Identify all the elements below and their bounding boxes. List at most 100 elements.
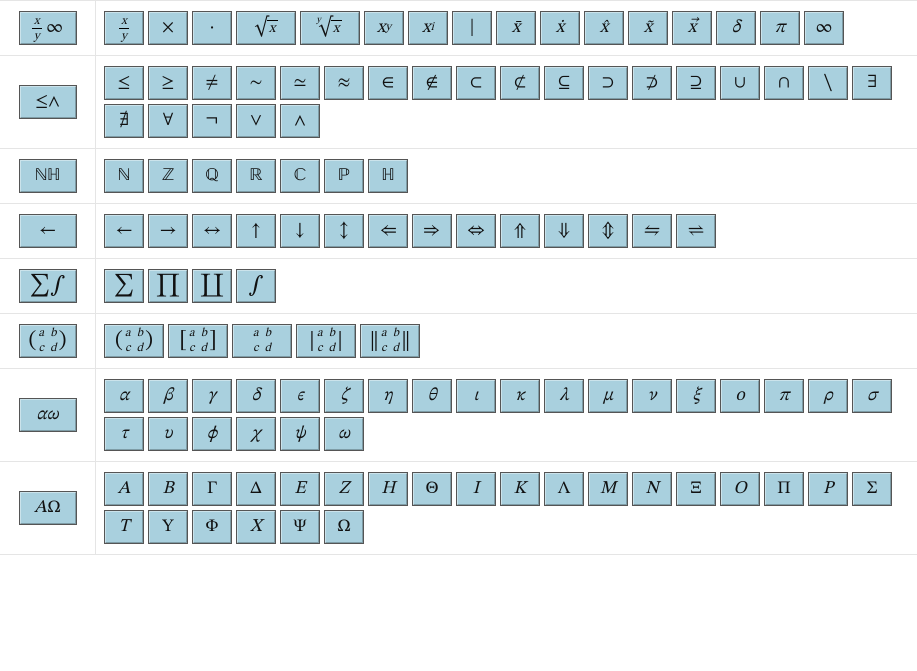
symbol-nthroot[interactable]: y√x [300, 11, 360, 45]
symbol-Kappa[interactable]: K [500, 472, 540, 506]
symbol-rightleftharpoons[interactable]: ⇌ [676, 214, 716, 248]
symbol-Omega[interactable]: Ω [324, 510, 364, 544]
symbol-Nu[interactable]: N [632, 472, 672, 506]
category-relations[interactable]: ≤∧ [19, 85, 77, 119]
symbol-sigma[interactable]: σ [852, 379, 892, 413]
symbol-reals[interactable]: ℝ [236, 159, 276, 193]
symbol-xhat[interactable]: x̂ [584, 11, 624, 45]
symbol-infty[interactable]: ∞ [804, 11, 844, 45]
symbol-delta-lower[interactable]: δ [236, 379, 276, 413]
symbol-Pi[interactable]: Π [764, 472, 804, 506]
symbol-Downarrow[interactable]: ⇓ [544, 214, 584, 248]
symbol-Zeta[interactable]: Z [324, 472, 364, 506]
symbol-notin[interactable]: ∉ [412, 66, 452, 100]
symbol-rho[interactable]: ρ [808, 379, 848, 413]
symbol-geq[interactable]: ≥ [148, 66, 188, 100]
symbol-cap[interactable]: ∩ [764, 66, 804, 100]
symbol-leftrightharpoons[interactable]: ⇋ [632, 214, 672, 248]
symbol-xbar[interactable]: x̄ [496, 11, 536, 45]
symbol-Leftarrow[interactable]: ⇐ [368, 214, 408, 248]
symbol-Lambda[interactable]: Λ [544, 472, 584, 506]
symbol-leftarrow[interactable]: ← [104, 214, 144, 248]
symbol-Eta[interactable]: H [368, 472, 408, 506]
symbol-lor[interactable]: ∨ [236, 104, 276, 138]
symbol-times[interactable]: × [148, 11, 188, 45]
symbol-rationals[interactable]: ℚ [192, 159, 232, 193]
symbol-nsupset[interactable]: ⊅ [632, 66, 672, 100]
symbol-xtilde[interactable]: x̃ [628, 11, 668, 45]
symbol-bmatrix[interactable]: [abcd] [168, 324, 228, 358]
symbol-Phi[interactable]: Φ [192, 510, 232, 544]
symbol-primes[interactable]: ℙ [324, 159, 364, 193]
symbol-kappa[interactable]: κ [500, 379, 540, 413]
symbol-subset[interactable]: ⊂ [456, 66, 496, 100]
symbol-Alpha[interactable]: A [104, 472, 144, 506]
symbol-Mu[interactable]: M [588, 472, 628, 506]
symbol-Psi[interactable]: Ψ [280, 510, 320, 544]
symbol-Iota[interactable]: I [456, 472, 496, 506]
symbol-Delta[interactable]: Δ [236, 472, 276, 506]
symbol-leftrightarrow[interactable]: ↔ [192, 214, 232, 248]
symbol-neg[interactable]: ¬ [192, 104, 232, 138]
symbol-subscript[interactable]: xi [408, 11, 448, 45]
symbol-leq[interactable]: ≤ [104, 66, 144, 100]
symbol-Sigma[interactable]: Σ [852, 472, 892, 506]
symbol-eta[interactable]: η [368, 379, 408, 413]
symbol-neq[interactable]: ≠ [192, 66, 232, 100]
symbol-nexists[interactable]: ∄ [104, 104, 144, 138]
symbol-rightarrow[interactable]: → [148, 214, 188, 248]
symbol-approx[interactable]: ≈ [324, 66, 364, 100]
symbol-Vmatrix[interactable]: ‖abcd‖ [360, 324, 420, 358]
symbol-theta[interactable]: θ [412, 379, 452, 413]
symbol-upsilon[interactable]: υ [148, 417, 188, 451]
symbol-Omicron[interactable]: O [720, 472, 760, 506]
symbol-sum[interactable]: ∑ [104, 269, 144, 303]
category-greek-upper[interactable]: AΩ [19, 491, 77, 525]
symbol-complex[interactable]: ℂ [280, 159, 320, 193]
symbol-chi[interactable]: χ [236, 417, 276, 451]
symbol-mu[interactable]: μ [588, 379, 628, 413]
symbol-Rightarrow[interactable]: ⇒ [412, 214, 452, 248]
symbol-fraction[interactable]: xy [104, 11, 144, 45]
symbol-omega[interactable]: ω [324, 417, 364, 451]
symbol-lambda[interactable]: λ [544, 379, 584, 413]
symbol-naturals[interactable]: ℕ [104, 159, 144, 193]
symbol-Tau[interactable]: T [104, 510, 144, 544]
symbol-Chi[interactable]: X [236, 510, 276, 544]
symbol-xdot[interactable]: ẋ [540, 11, 580, 45]
symbol-Leftrightarrow[interactable]: ⇔ [456, 214, 496, 248]
symbol-downarrow[interactable]: ↓ [280, 214, 320, 248]
symbol-supseteq[interactable]: ⊇ [676, 66, 716, 100]
symbol-sim[interactable]: ∼ [236, 66, 276, 100]
symbol-nsubset[interactable]: ⊄ [500, 66, 540, 100]
symbol-Updownarrow[interactable]: ⇕ [588, 214, 628, 248]
symbol-subseteq[interactable]: ⊆ [544, 66, 584, 100]
symbol-quaternions[interactable]: ℍ [368, 159, 408, 193]
symbol-psi[interactable]: ψ [280, 417, 320, 451]
category-basic[interactable]: xy ∞ [19, 11, 77, 45]
symbol-integers[interactable]: ℤ [148, 159, 188, 193]
symbol-delta[interactable]: δ [716, 11, 756, 45]
symbol-zeta[interactable]: ζ [324, 379, 364, 413]
symbol-Xi[interactable]: Ξ [676, 472, 716, 506]
symbol-coprod[interactable]: ∐ [192, 269, 232, 303]
symbol-int[interactable]: ∫ [236, 269, 276, 303]
category-greek-lower[interactable]: αω [19, 398, 77, 432]
symbol-pi[interactable]: π [760, 11, 800, 45]
symbol-Theta[interactable]: Θ [412, 472, 452, 506]
symbol-prod[interactable]: ∏ [148, 269, 188, 303]
symbol-setminus[interactable]: ∖ [808, 66, 848, 100]
symbol-iota[interactable]: ι [456, 379, 496, 413]
symbol-updownarrow[interactable]: ↕ [324, 214, 364, 248]
category-arrows[interactable]: ← [19, 214, 77, 248]
symbol-xvec[interactable]: x⃗ [672, 11, 712, 45]
symbol-beta[interactable]: β [148, 379, 188, 413]
symbol-vmatrix[interactable]: |abcd| [296, 324, 356, 358]
symbol-exists[interactable]: ∃ [852, 66, 892, 100]
symbol-gamma[interactable]: γ [192, 379, 232, 413]
symbol-Beta[interactable]: B [148, 472, 188, 506]
symbol-tau[interactable]: τ [104, 417, 144, 451]
symbol-uparrow[interactable]: ↑ [236, 214, 276, 248]
symbol-cdot[interactable]: · [192, 11, 232, 45]
symbol-omicron[interactable]: o [720, 379, 760, 413]
